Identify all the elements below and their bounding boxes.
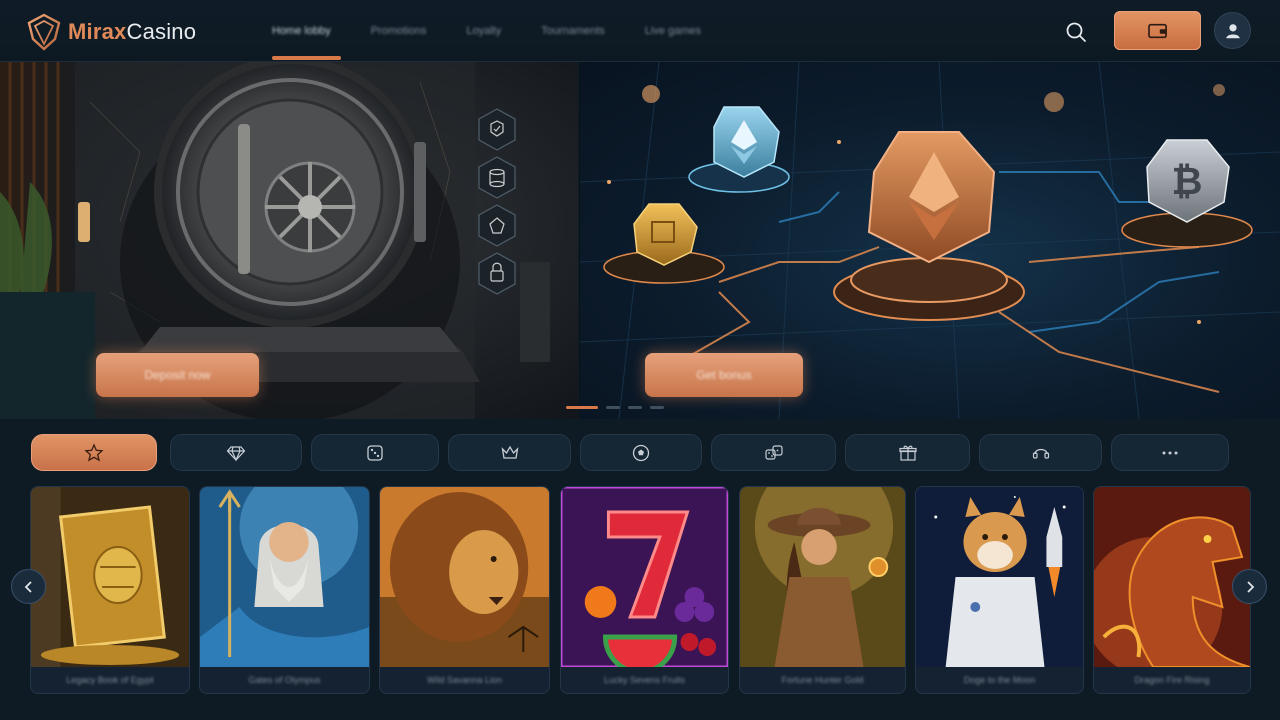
category-more[interactable] — [1111, 434, 1229, 471]
nav-item-tournaments[interactable]: Tournaments — [541, 18, 605, 44]
user-avatar-button[interactable] — [1214, 12, 1251, 49]
carousel-dot-2[interactable] — [606, 406, 620, 409]
game-title: Wild Savanna Lion — [426, 675, 503, 685]
game-title: Lucky Sevens Fruits — [603, 675, 686, 685]
nav-item-loyalty[interactable]: Loyalty — [466, 18, 501, 44]
dice-icon — [367, 444, 383, 461]
wallet-icon — [1147, 23, 1167, 38]
game-card-4[interactable]: Lucky Sevens Fruits — [560, 486, 729, 694]
hero-cta-label-2: Get bonus — [696, 368, 752, 382]
game-card-7[interactable]: Dragon Fire Rising — [1093, 486, 1251, 694]
game-thumbnail — [1094, 487, 1250, 667]
games-next-button[interactable] — [1232, 569, 1267, 604]
more-icon — [1162, 451, 1178, 454]
carousel-dot-4[interactable] — [650, 406, 664, 409]
carousel-dot-3[interactable] — [628, 406, 642, 409]
game-thumbnail — [200, 487, 369, 667]
game-title: Doge to the Moon — [963, 675, 1036, 685]
hero-cta-button-1[interactable]: Deposit now — [96, 353, 259, 397]
soccer-ball-icon — [632, 444, 650, 461]
nav-active-indicator — [272, 56, 341, 60]
game-card-2[interactable]: Gates of Olympus — [199, 486, 370, 694]
svg-text:₿: ₿ — [1172, 159, 1203, 203]
game-thumbnail — [561, 487, 728, 667]
nav-item-live[interactable]: Live games — [645, 18, 701, 44]
nav-item-home[interactable]: Home lobby — [272, 18, 331, 44]
logo-text-secondary: Casino — [126, 19, 197, 44]
games-prev-button[interactable] — [11, 569, 46, 604]
category-premium[interactable] — [448, 434, 571, 471]
game-card-1[interactable]: Legacy Book of Egypt — [30, 486, 190, 694]
category-vip[interactable] — [170, 434, 302, 471]
game-title: Dragon Fire Rising — [1134, 675, 1210, 685]
chevron-right-icon — [1246, 580, 1254, 593]
main-nav: Home lobby Promotions Loyalty Tournament… — [272, 18, 701, 44]
star-icon — [84, 442, 104, 462]
game-card-3[interactable]: Wild Savanna Lion — [379, 486, 550, 694]
category-dice[interactable] — [711, 434, 836, 471]
hero-cta-label-1: Deposit now — [144, 368, 211, 382]
game-thumbnail — [740, 487, 905, 667]
game-card-6[interactable]: Doge to the Moon — [915, 486, 1084, 694]
game-thumbnail — [31, 487, 189, 667]
gift-icon — [898, 445, 917, 461]
search-icon — [1066, 22, 1086, 42]
category-table-games[interactable] — [311, 434, 439, 471]
logo-emblem-icon — [27, 13, 61, 51]
game-card-5[interactable]: Fortune Hunter Gold — [739, 486, 906, 694]
game-title: Fortune Hunter Gold — [781, 675, 864, 685]
game-thumbnail — [916, 487, 1083, 667]
game-title: Legacy Book of Egypt — [66, 675, 154, 685]
hero-cta-button-2[interactable]: Get bonus — [645, 353, 803, 397]
user-icon — [1225, 23, 1240, 38]
game-title: Gates of Olympus — [248, 675, 321, 685]
hero-banner-crypto[interactable]: ₿ Get bonus — [579, 62, 1280, 419]
dice-pair-icon — [764, 444, 783, 460]
category-bar — [0, 434, 1280, 472]
category-favorites[interactable] — [31, 434, 157, 471]
logo-text-primary: Mirax — [68, 19, 127, 44]
search-button[interactable] — [1064, 20, 1088, 44]
hero-banner-vault[interactable]: Deposit now — [0, 62, 578, 419]
wallet-button[interactable] — [1114, 11, 1201, 50]
carousel-dot-1[interactable] — [566, 406, 598, 409]
game-grid: Legacy Book of Egypt Gates of Olympus Wi… — [0, 486, 1280, 696]
top-header: MiraxCasino Home lobby Promotions Loyalt… — [0, 0, 1280, 62]
vault-illustration — [0, 62, 550, 419]
carousel-indicators — [566, 406, 664, 409]
category-live-casino[interactable] — [979, 434, 1102, 471]
category-sports[interactable] — [580, 434, 702, 471]
logo[interactable]: MiraxCasino — [26, 12, 196, 52]
game-thumbnail — [380, 487, 549, 667]
chevron-left-icon — [24, 580, 32, 593]
diamond-icon — [226, 445, 246, 461]
crown-icon — [501, 445, 518, 459]
category-bonuses[interactable] — [845, 434, 970, 471]
nav-item-promotions[interactable]: Promotions — [371, 18, 427, 44]
live-dealer-icon — [1032, 448, 1049, 459]
hero-carousel: Deposit now ₿ Get bonus — [0, 62, 1280, 419]
